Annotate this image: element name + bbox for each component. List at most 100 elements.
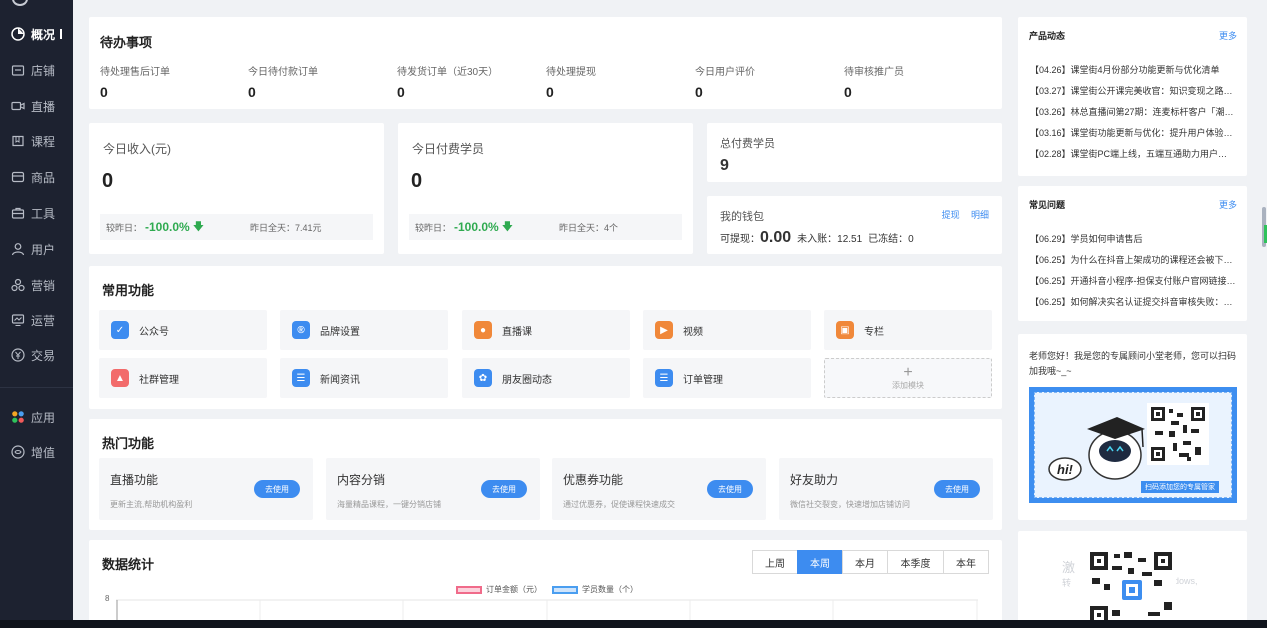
function-label: 社群管理: [139, 374, 179, 386]
yen-icon: [11, 348, 25, 362]
function-news[interactable]: ☰ 新闻资讯: [280, 358, 448, 398]
sidebar-item-label: 交易: [31, 348, 56, 363]
function-label: 直播课: [502, 326, 532, 338]
todo-label: 今日待付款订单: [248, 67, 318, 78]
faq-more-link[interactable]: 更多: [1219, 198, 1237, 211]
sidebar-item-live[interactable]: 直播: [0, 88, 73, 124]
paid-students-card: 今日付费学员 0 较昨日： -100.0% 🡇 昨日全天：4个: [398, 123, 693, 254]
sidebar-item-users[interactable]: 用户: [0, 231, 73, 267]
product-news-more-link[interactable]: 更多: [1219, 29, 1237, 42]
book-icon: [12, 135, 24, 147]
arrow-down-icon: 🡇: [501, 220, 514, 233]
faq-item[interactable]: 【06.25】开通抖音小程序-担保支付账户官网链接及...: [1030, 274, 1236, 287]
news-item[interactable]: 【03.26】林总直播间第27期：连麦标杆客户「潮生...: [1030, 105, 1236, 118]
hot-item-title: 好友助力: [790, 473, 839, 487]
news-item[interactable]: 【03.27】课堂街公开课完美收官：知识变现之路，...: [1030, 84, 1236, 97]
hot-item-title: 直播功能: [110, 473, 159, 487]
sidebar-item-operation[interactable]: 运营: [0, 302, 73, 338]
sidebar-item-tools[interactable]: 工具: [0, 195, 73, 231]
yesterday-total: 昨日全天：7.41元: [250, 222, 322, 233]
watermark-line2: 转: [1062, 578, 1072, 588]
sidebar-item-label: 运营: [31, 313, 56, 328]
todo-item[interactable]: 今日用户评价 0: [695, 63, 755, 100]
function-moments[interactable]: ✿ 朋友圈动态: [462, 358, 630, 398]
sidebar-item-value-added[interactable]: 增值: [0, 434, 73, 470]
sidebar-item-apps[interactable]: 应用: [0, 399, 73, 435]
todo-item[interactable]: 待处理售后订单 0: [100, 63, 170, 100]
legend-label: 学员数量（个）: [582, 585, 638, 594]
sidebar-item-label: 直播: [31, 99, 56, 114]
function-orders[interactable]: ☰ 订单管理: [643, 358, 811, 398]
pending-amount: 未入账：12.51: [797, 234, 863, 245]
news-item[interactable]: 【02.28】课堂街PC端上线，五端互通助力用户随时...: [1030, 147, 1236, 160]
period-this-month[interactable]: 本月: [842, 550, 888, 574]
use-button[interactable]: 去使用: [481, 480, 527, 498]
hi-bubble-text: hi!: [1057, 462, 1073, 477]
period-this-quarter[interactable]: 本季度: [887, 550, 944, 574]
qr-code-image[interactable]: [1088, 550, 1176, 628]
function-video[interactable]: ▶ 视频: [643, 310, 811, 350]
period-this-year[interactable]: 本年: [943, 550, 989, 574]
use-button[interactable]: 去使用: [254, 480, 300, 498]
hot-item-desc: 微信社交裂变，快速增加店铺访问: [790, 500, 910, 509]
sidebar-item-label: 店铺: [31, 63, 56, 78]
todo-item[interactable]: 今日待付款订单 0: [248, 63, 318, 100]
function-wechat-official[interactable]: ✓ 公众号: [99, 310, 267, 350]
plus-icon: +: [903, 363, 913, 381]
function-community[interactable]: ▲ 社群管理: [99, 358, 267, 398]
available-value: 0.00: [760, 229, 792, 246]
function-brand-settings[interactable]: ® 品牌设置: [280, 310, 448, 350]
todo-item[interactable]: 待处理提现 0: [546, 63, 596, 100]
wechat-official-icon: ✓: [111, 321, 129, 339]
paid-compare: 较昨日： -100.0% 🡇 昨日全天：4个: [409, 214, 682, 240]
paid-label: 今日付费学员: [412, 142, 485, 156]
function-label: 品牌设置: [320, 326, 360, 338]
detail-link[interactable]: 明细: [971, 210, 989, 220]
avatar-icon[interactable]: [12, 0, 28, 6]
income-label: 今日收入(元): [103, 142, 171, 156]
period-last-week[interactable]: 上周: [752, 550, 798, 574]
consultant-text: 老师您好！我是您的专属顾问小堂老师，您可以扫码加我哦~_~: [1029, 351, 1237, 376]
todo-item[interactable]: 待发货订单（近30天） 0: [397, 63, 498, 100]
sidebar-item-marketing[interactable]: 营销: [0, 267, 73, 303]
add-module-button[interactable]: + 添加模块: [824, 358, 992, 398]
sidebar-item-label: 商品: [31, 170, 56, 185]
hot-item-title: 优惠券功能: [563, 473, 624, 487]
todo-value: 0: [695, 84, 703, 100]
todo-item[interactable]: 待审核推广员 0: [844, 63, 904, 100]
chart-plot: [116, 599, 978, 622]
hot-item: 直播功能 更新主流,帮助机构盈利 去使用: [99, 458, 313, 520]
common-title: 常用功能: [102, 283, 155, 298]
sidebar-item-overview[interactable]: 概况: [0, 16, 73, 52]
hot-item: 内容分销 海量精品课程，一键分销店铺 去使用: [326, 458, 540, 520]
sidebar-item-label: 课程: [31, 134, 56, 149]
arrow-down-icon: 🡇: [192, 220, 205, 233]
news-item[interactable]: 【03.16】课堂街功能更新与优化：提升用户体验，...: [1030, 126, 1236, 139]
faq-item[interactable]: 【06.25】如何解决实名认证提交抖音审核失败：已...: [1030, 295, 1236, 308]
news-item[interactable]: 【04.26】课堂街4月份部分功能更新与优化清单: [1030, 63, 1236, 76]
qr-code-image[interactable]: [1147, 403, 1209, 465]
play-icon: ▶: [655, 321, 673, 339]
column-icon: ▣: [836, 321, 854, 339]
total-value: 9: [720, 157, 729, 174]
use-button[interactable]: 去使用: [707, 480, 753, 498]
pie-chart-icon: [11, 27, 25, 41]
sidebar-item-course[interactable]: 课程: [0, 123, 73, 159]
withdraw-link[interactable]: 提现: [942, 210, 960, 220]
income-compare: 较昨日： -100.0% 🡇 昨日全天：7.41元: [100, 214, 373, 240]
faq-item[interactable]: 【06.29】学员如何申请售后: [1030, 232, 1236, 245]
function-live-course[interactable]: ● 直播课: [462, 310, 630, 350]
faq-item[interactable]: 【06.25】为什么在抖音上架成功的课程还会被下架？: [1030, 253, 1236, 266]
user-icon: [11, 243, 25, 256]
period-this-week[interactable]: 本周: [797, 550, 843, 574]
todo-label: 今日用户评价: [695, 67, 755, 78]
sidebar-item-trade[interactable]: 交易: [0, 337, 73, 373]
use-button[interactable]: 去使用: [934, 480, 980, 498]
compare-percent: -100.0%: [454, 220, 499, 234]
orders-icon: ☰: [655, 369, 673, 387]
moments-icon: ✿: [474, 369, 492, 387]
sidebar-item-store[interactable]: 店铺: [0, 52, 73, 88]
function-column[interactable]: ▣ 专栏: [824, 310, 992, 350]
hot-item-desc: 更新主流,帮助机构盈利: [110, 500, 193, 509]
sidebar-item-goods[interactable]: 商品: [0, 159, 73, 195]
